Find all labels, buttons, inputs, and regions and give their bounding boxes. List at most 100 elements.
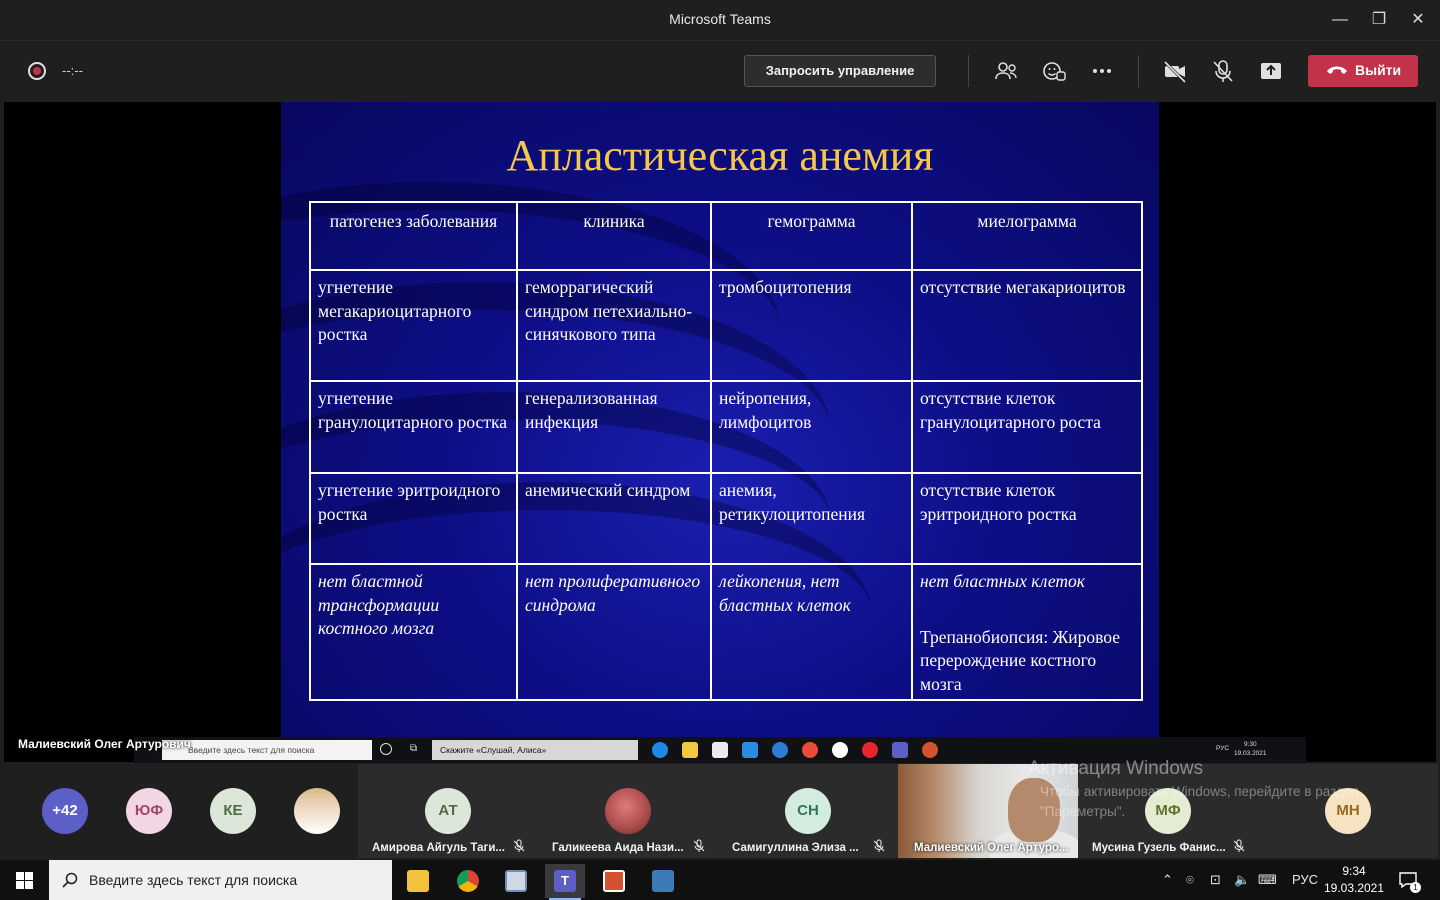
toolbar-divider — [1138, 55, 1139, 87]
participant-name: Амирова Айгуль Таги... — [372, 842, 505, 854]
teams-icon: T — [554, 870, 576, 892]
microphone-off-icon — [693, 839, 705, 852]
table-header-row: патогенез заболевания клиника гемограмма… — [309, 201, 1143, 271]
share-screen-icon[interactable] — [1257, 57, 1285, 85]
table-cell: угнетение эритроидного ростка — [309, 472, 518, 565]
presenter-name: Малиевский Олег Артурович — [18, 737, 191, 751]
taskbar-search-placeholder: Введите здесь текст для поиска — [89, 872, 298, 888]
activation-watermark-title: Активация Windows — [1028, 758, 1204, 779]
table-cell: отсутствие мегакариоцитов — [911, 269, 1143, 382]
shared-opera-icon — [862, 742, 878, 758]
windows-start-icon[interactable] — [16, 872, 33, 889]
participant-tile[interactable]: АТ Амирова Айгуль Таги... — [358, 764, 538, 858]
hang-up-icon — [1327, 66, 1347, 74]
remote-desktop-icon — [505, 870, 527, 892]
anemia-table: патогенез заболевания клиника гемограмма… — [309, 201, 1143, 701]
request-control-button[interactable]: Запросить управление — [744, 55, 936, 87]
table-header-cell: миелограмма — [911, 201, 1143, 271]
participant-name: Самигуллина Элиза ... — [732, 842, 859, 854]
more-participants-badge[interactable]: +42 — [42, 788, 88, 834]
volume-icon[interactable]: 🔈 — [1234, 872, 1250, 888]
taskbar-snipping[interactable] — [643, 864, 683, 898]
table-header-cell: клиника — [516, 201, 712, 271]
powerpoint-icon — [603, 870, 625, 892]
slide-title: Апластическая анемия — [506, 131, 934, 180]
shared-store-icon — [712, 742, 728, 758]
camera-off-icon[interactable] — [1161, 57, 1189, 85]
shared-explorer-icon — [682, 742, 698, 758]
microphone-off-icon — [873, 839, 885, 852]
table-cell: нет бластной трансформации костного мозг… — [309, 563, 518, 701]
table-row: угнетение эритроидного ростка анемически… — [309, 472, 1143, 565]
network-icon[interactable]: ⊡ — [1210, 872, 1221, 888]
participant-avatar[interactable]: КЕ — [210, 788, 256, 834]
participant-tile[interactable]: СН Самигуллина Элиза ... — [718, 764, 898, 858]
taskbar-remote[interactable] — [496, 864, 536, 898]
window-title: Microsoft Teams — [669, 11, 771, 27]
meeting-timer: --:-- — [62, 63, 83, 78]
microphone-off-icon[interactable] — [1209, 57, 1237, 85]
participant-name: Галикеева Аида Нази... — [552, 842, 684, 854]
taskbar-explorer[interactable] — [398, 864, 438, 898]
table-cell: лейкопения, нет бластных клеток — [710, 563, 913, 701]
show-hidden-icons[interactable]: ⌃ — [1162, 872, 1173, 888]
participants-icon[interactable] — [992, 57, 1020, 85]
microphone-off-icon — [1233, 839, 1245, 852]
recording-icon — [28, 62, 46, 80]
taskbar-powerpoint[interactable] — [594, 864, 634, 898]
table-cell: нет бластных клеток Трепанобиопсия: Жиро… — [911, 563, 1143, 701]
shared-search-box: Введите здесь текст для поиска — [162, 740, 372, 760]
table-cell-text: нет бластных клеток — [920, 571, 1085, 591]
title-bar: Microsoft Teams — ❐ ✕ — [0, 0, 1440, 40]
table-cell: геморрагический синдром петехиально-синя… — [516, 269, 712, 382]
table-cell: тромбоцитопения — [710, 269, 913, 382]
shared-ie-icon — [772, 742, 788, 758]
table-header-cell: патогенез заболевания — [309, 201, 518, 271]
table-cell: генерализованная инфекция — [516, 380, 712, 474]
meeting-toolbar: --:-- Запросить управление Выйти — [0, 40, 1440, 100]
participant-avatar: СН — [785, 788, 831, 834]
notifications-badge: 1 — [1410, 882, 1421, 893]
table-header-cell: гемограмма — [710, 201, 913, 271]
table-cell: отсутствие клеток эритроидного ростка — [911, 472, 1143, 565]
participant-tile[interactable]: Галикеева Аида Нази... — [538, 764, 718, 858]
table-cell: нет пролиферативного синдрома — [516, 563, 712, 701]
taskbar-chrome[interactable] — [448, 864, 488, 898]
leave-button[interactable]: Выйти — [1308, 55, 1418, 87]
table-row: угнетение гранулоцитарного ростка генера… — [309, 380, 1143, 474]
shared-language: РУС — [1216, 745, 1230, 752]
shared-date: 19.03.2021 — [1234, 750, 1267, 757]
keyboard-icon[interactable]: ⌨ — [1258, 872, 1277, 888]
shared-cortana-icon — [380, 743, 392, 755]
shared-mail-icon — [742, 742, 758, 758]
shared-clock: 9:30 19.03.2021 — [1234, 740, 1267, 758]
shared-yandex-icon — [832, 742, 848, 758]
more-options-icon[interactable] — [1088, 57, 1116, 85]
folder-icon — [407, 870, 429, 892]
taskbar-search-box[interactable]: Введите здесь текст для поиска — [49, 860, 392, 900]
table-cell: нейропения, лимфоцитов — [710, 380, 913, 474]
shared-teams-icon — [892, 742, 908, 758]
shared-time: 9:30 — [1243, 741, 1257, 748]
chrome-icon — [457, 870, 479, 892]
meet-now-icon[interactable]: ⌾ — [1186, 872, 1194, 888]
reactions-icon[interactable] — [1040, 57, 1068, 85]
taskbar-clock[interactable]: 9:34 19.03.2021 — [1320, 863, 1388, 897]
table-cell: угнетение мегакариоцитарного ростка — [309, 269, 518, 382]
participant-name: Мусина Гузель Фанис... — [1092, 842, 1226, 854]
participant-photo-avatar — [605, 788, 651, 834]
activation-watermark-text: Чтобы активировать Windows, перейдите в … — [1040, 784, 1359, 819]
input-language[interactable]: РУС — [1292, 872, 1318, 887]
table-cell: анемический синдром — [516, 472, 712, 565]
participant-avatar[interactable]: ЮФ — [126, 788, 172, 834]
table-row: нет бластной трансформации костного мозг… — [309, 563, 1143, 701]
table-cell: отсутствие клеток гранулоцитарного роста — [911, 380, 1143, 474]
close-button[interactable]: ✕ — [1403, 8, 1433, 32]
minimize-button[interactable]: — — [1325, 8, 1355, 32]
shared-task-view-icon: ⧉ — [410, 743, 418, 754]
taskbar-teams[interactable]: T — [545, 864, 585, 900]
participant-photo-avatar[interactable] — [294, 788, 340, 834]
taskbar-date: 19.03.2021 — [1323, 881, 1385, 895]
shared-chrome-icon — [802, 742, 818, 758]
restore-button[interactable]: ❐ — [1364, 8, 1394, 32]
